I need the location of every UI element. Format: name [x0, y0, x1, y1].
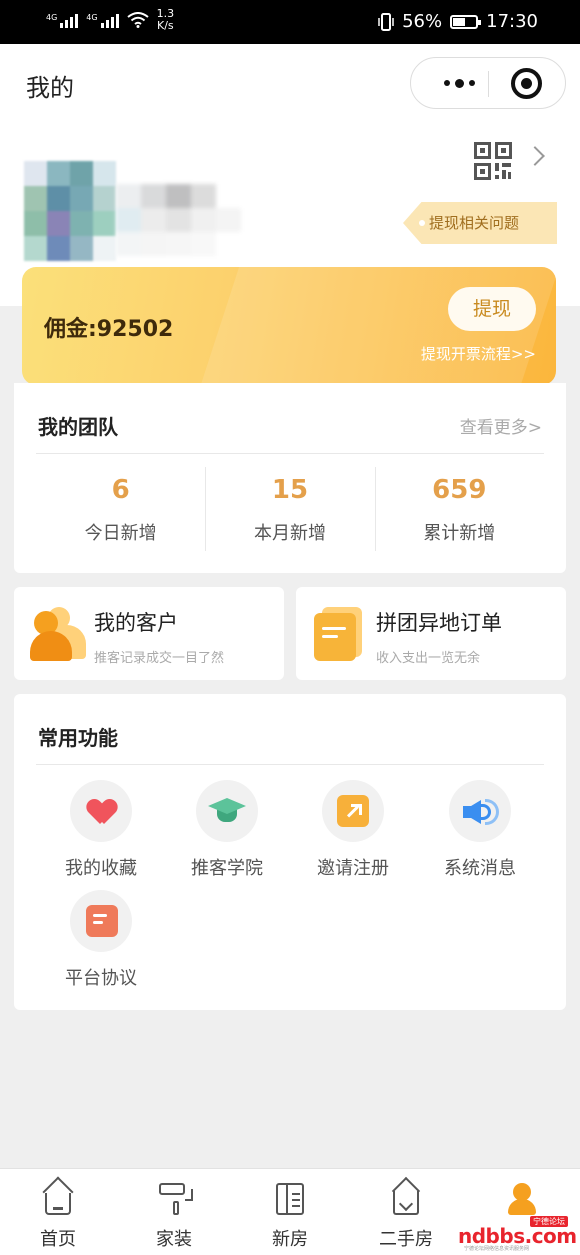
paint-roller-icon	[159, 1183, 185, 1195]
home-icon	[45, 1193, 71, 1215]
function-invite[interactable]: 邀请注册	[290, 780, 416, 880]
tab-new-house[interactable]: 新房	[232, 1169, 348, 1255]
heart-icon	[70, 780, 132, 842]
function-messages[interactable]: 系统消息	[417, 780, 543, 880]
more-menu-button[interactable]	[433, 70, 485, 96]
avatar[interactable]	[24, 161, 116, 261]
commission-card: 佣金:92502 提现 提现开票流程>>	[22, 267, 556, 385]
tab-label: 二手房	[379, 1229, 433, 1250]
common-functions-card: 常用功能 我的收藏 推客学院 邀请注册 系统消息 平台协议	[14, 694, 566, 1010]
team-title: 我的团队	[38, 415, 118, 439]
stat-label: 累计新增	[423, 523, 496, 544]
group-orders-card[interactable]: 拼团异地订单 收入支出一览无余	[296, 587, 566, 680]
my-team-card: 我的团队 查看更多> 6 今日新增 15 本月新增 659 累计新增	[14, 383, 566, 573]
invite-arrow-icon	[322, 780, 384, 842]
tab-second-hand[interactable]: 二手房	[348, 1169, 464, 1255]
stat-month[interactable]: 15 本月新增	[205, 467, 374, 551]
site-watermark: ndbbs.com 宁德论坛 宁德论坛网络信息资讯服务网	[450, 1216, 577, 1252]
withdraw-faq-tag[interactable]: 提现相关问题	[403, 202, 557, 244]
withdraw-button[interactable]: 提现	[448, 287, 536, 331]
tab-label: 新房	[272, 1229, 308, 1250]
stat-total[interactable]: 659 累计新增	[374, 467, 544, 551]
speaker-icon	[449, 780, 511, 842]
stat-label: 本月新增	[253, 523, 326, 544]
stat-today[interactable]: 6 今日新增	[36, 467, 205, 549]
function-label: 系统消息	[444, 858, 516, 879]
capsule-divider	[488, 71, 489, 97]
user-icon-body	[508, 1199, 536, 1215]
stat-label: 今日新增	[84, 523, 157, 544]
network-type-label: 4G	[86, 13, 98, 22]
battery-icon	[450, 14, 482, 29]
qr-code-icon[interactable]	[474, 142, 512, 180]
divider	[36, 764, 544, 765]
status-bar: 4G 4G 1.3 K/s 56% 17:30	[0, 0, 580, 44]
tab-label: 首页	[40, 1229, 76, 1250]
divider	[36, 453, 544, 454]
function-label: 邀请注册	[317, 858, 389, 879]
battery-percent: 56%	[402, 11, 443, 32]
watermark-subtext: 宁德论坛网络信息资讯服务网	[464, 1246, 530, 1252]
group-orders-subtitle: 收入支出一览无余	[376, 651, 481, 666]
paint-roller-icon-arm	[185, 1189, 193, 1201]
watermark-badge: 宁德论坛	[530, 1216, 568, 1227]
order-icon	[314, 607, 362, 661]
network-speed-unit: K/s	[157, 19, 174, 32]
stat-value: 659	[432, 475, 487, 505]
signal-icon: 4G	[86, 12, 119, 28]
tab-label: 家装	[156, 1229, 192, 1250]
team-more-link[interactable]: 查看更多>	[460, 413, 542, 438]
building-icon	[276, 1183, 304, 1215]
function-favorites[interactable]: 我的收藏	[38, 780, 164, 880]
status-left: 4G 4G 1.3 K/s	[46, 8, 174, 32]
functions-title: 常用功能	[38, 726, 118, 750]
nickname-blurred	[116, 184, 242, 256]
home-icon-door	[53, 1207, 63, 1210]
customers-title: 我的客户	[94, 611, 178, 635]
close-miniprogram-button[interactable]	[511, 68, 542, 99]
team-stats: 6 今日新增 15 本月新增 659 累计新增	[36, 467, 544, 551]
signal-icon: 4G	[46, 12, 79, 28]
tab-decoration[interactable]: 家装	[116, 1169, 232, 1255]
customers-subtitle: 推客记录成交一目了然	[94, 651, 225, 666]
graduation-cap-icon	[196, 780, 258, 842]
network-speed: 1.3 K/s	[157, 8, 175, 32]
chevron-right-icon[interactable]	[525, 146, 545, 166]
miniprogram-capsule	[410, 57, 566, 109]
group-orders-title: 拼团异地订单	[376, 611, 502, 635]
page-title: 我的	[26, 74, 74, 102]
function-agreement[interactable]: 平台协议	[38, 890, 164, 990]
tab-home[interactable]: 首页	[0, 1169, 116, 1255]
my-customers-card[interactable]: 我的客户 推客记录成交一目了然	[14, 587, 284, 680]
function-label: 平台协议	[65, 968, 137, 989]
stat-value: 6	[111, 475, 130, 505]
commission-amount: 佣金:92502	[44, 317, 174, 342]
function-label: 我的收藏	[65, 858, 137, 879]
agreement-icon	[70, 890, 132, 952]
vibrate-icon	[378, 12, 394, 31]
invoice-flow-link[interactable]: 提现开票流程>>	[421, 343, 536, 364]
function-label: 推客学院	[191, 858, 263, 879]
status-right: 56% 17:30	[378, 11, 538, 32]
network-type-label: 4G	[46, 13, 58, 22]
customers-icon	[30, 603, 88, 661]
clock: 17:30	[486, 11, 538, 32]
wifi-icon	[126, 12, 149, 28]
function-academy[interactable]: 推客学院	[164, 780, 290, 880]
stat-value: 15	[271, 475, 309, 505]
paint-roller-icon-handle	[173, 1201, 179, 1215]
